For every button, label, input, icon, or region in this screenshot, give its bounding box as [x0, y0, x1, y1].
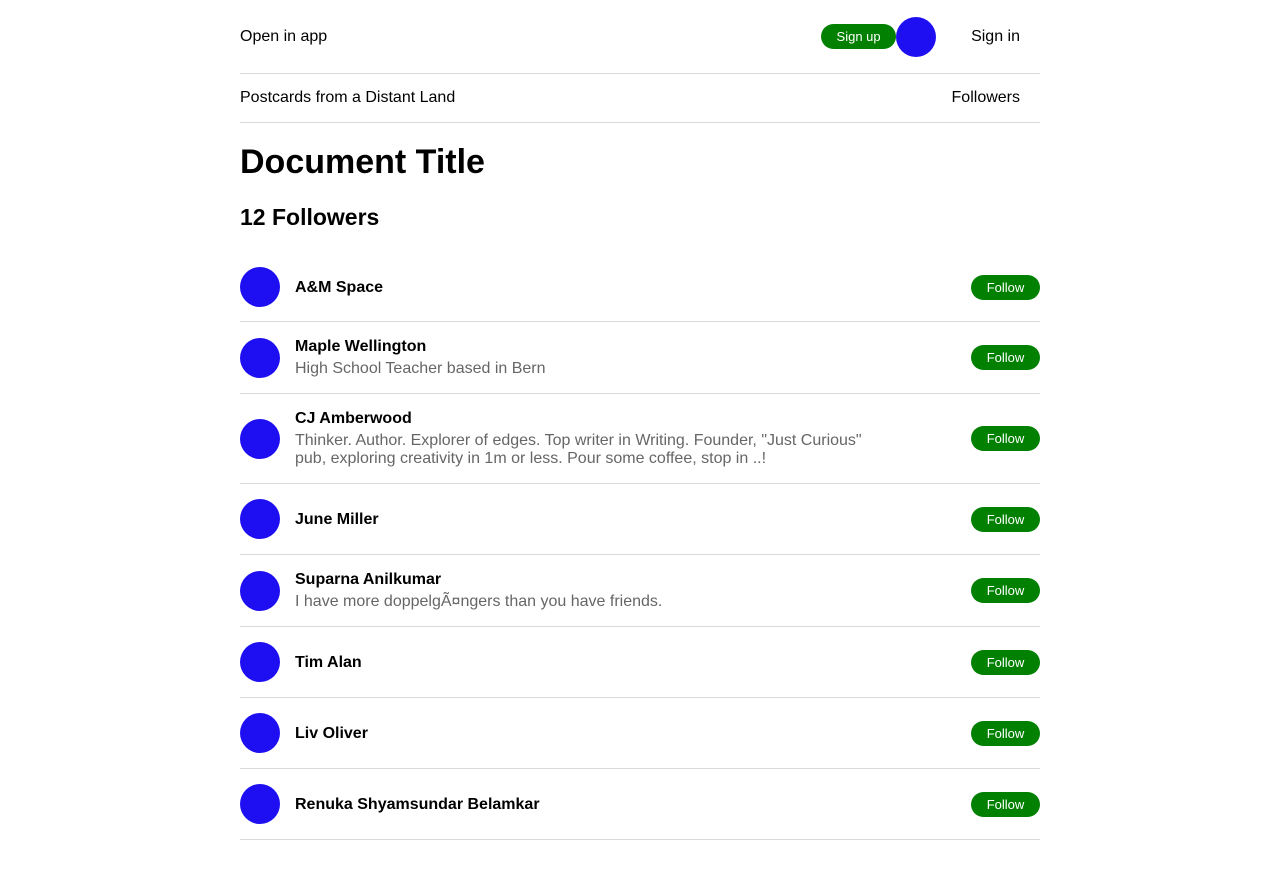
avatar[interactable] — [240, 570, 280, 611]
followers-count-heading: 12 Followers — [240, 204, 380, 230]
list-item: June Miller Follow — [240, 484, 1040, 555]
avatar[interactable] — [240, 713, 280, 753]
follow-button[interactable]: Follow — [971, 720, 1040, 746]
follower-info: Maple Wellington High School Teacher bas… — [295, 337, 895, 378]
top-bar-actions: Sign up Sign in — [821, 16, 1040, 57]
follower-name[interactable]: Renuka Shyamsundar Belamkar — [295, 795, 895, 814]
open-in-app-link[interactable]: Open in app — [240, 28, 327, 46]
follower-name[interactable]: Maple Wellington — [295, 337, 895, 356]
avatar[interactable] — [240, 642, 280, 682]
avatar[interactable] — [240, 784, 280, 824]
follower-bio: Thinker. Author. Explorer of edges. Top … — [295, 432, 862, 467]
top-bar: Open in app Sign up Sign in — [240, 0, 1040, 74]
avatar[interactable] — [240, 337, 280, 378]
follow-button[interactable]: Follow — [971, 791, 1040, 817]
list-item: CJ Amberwood Thinker. Author. Explorer o… — [240, 394, 1040, 484]
follower-name[interactable]: CJ Amberwood — [295, 409, 895, 428]
list-item: Maple Wellington High School Teacher bas… — [240, 322, 1040, 394]
followers-nav-link[interactable]: Followers — [952, 89, 1020, 107]
list-item: Tim Alan Follow — [240, 627, 1040, 698]
follower-info: June Miller — [295, 510, 895, 529]
follower-info: A&M Space — [295, 278, 895, 297]
follower-name[interactable]: Suparna Anilkumar — [295, 570, 895, 589]
follower-name[interactable]: A&M Space — [295, 278, 895, 297]
follower-info: Renuka Shyamsundar Belamkar — [295, 795, 895, 814]
publication-name-link[interactable]: Postcards from a Distant Land — [240, 89, 455, 107]
follower-info: Suparna Anilkumar I have more doppelgÃ¤n… — [295, 570, 895, 611]
sign-up-button[interactable]: Sign up — [821, 24, 897, 49]
sign-in-link[interactable]: Sign in — [971, 28, 1020, 46]
follower-info: Liv Oliver — [295, 724, 895, 743]
user-avatar[interactable] — [896, 16, 937, 57]
follower-name[interactable]: June Miller — [295, 510, 895, 529]
list-item: Liv Oliver Follow — [240, 698, 1040, 769]
list-item: Renuka Shyamsundar Belamkar Follow — [240, 769, 1040, 840]
list-item: Suparna Anilkumar I have more doppelgÃ¤n… — [240, 555, 1040, 627]
follow-button[interactable]: Follow — [971, 506, 1040, 532]
publication-bar: Postcards from a Distant Land Followers — [240, 74, 1040, 123]
followers-list: A&M Space Follow Maple Wellington High S… — [240, 253, 1040, 840]
follower-info: CJ Amberwood Thinker. Author. Explorer o… — [295, 409, 895, 468]
avatar[interactable] — [240, 418, 280, 459]
follow-button[interactable]: Follow — [971, 426, 1040, 451]
follower-bio: I have more doppelgÃ¤ngers than you have… — [295, 593, 663, 610]
follow-button[interactable]: Follow — [971, 578, 1040, 603]
page-container: Open in app Sign up Sign in Postcards fr… — [240, 0, 1040, 840]
avatar[interactable] — [240, 499, 280, 539]
follower-info: Tim Alan — [295, 653, 895, 672]
follower-name[interactable]: Tim Alan — [295, 653, 895, 672]
page-title: Document Title — [240, 143, 485, 181]
follower-bio: High School Teacher based in Bern — [295, 360, 546, 377]
list-item: A&M Space Follow — [240, 253, 1040, 322]
follow-button[interactable]: Follow — [971, 274, 1040, 300]
follower-name[interactable]: Liv Oliver — [295, 724, 895, 743]
follow-button[interactable]: Follow — [971, 345, 1040, 370]
follow-button[interactable]: Follow — [971, 649, 1040, 675]
avatar[interactable] — [240, 267, 280, 307]
